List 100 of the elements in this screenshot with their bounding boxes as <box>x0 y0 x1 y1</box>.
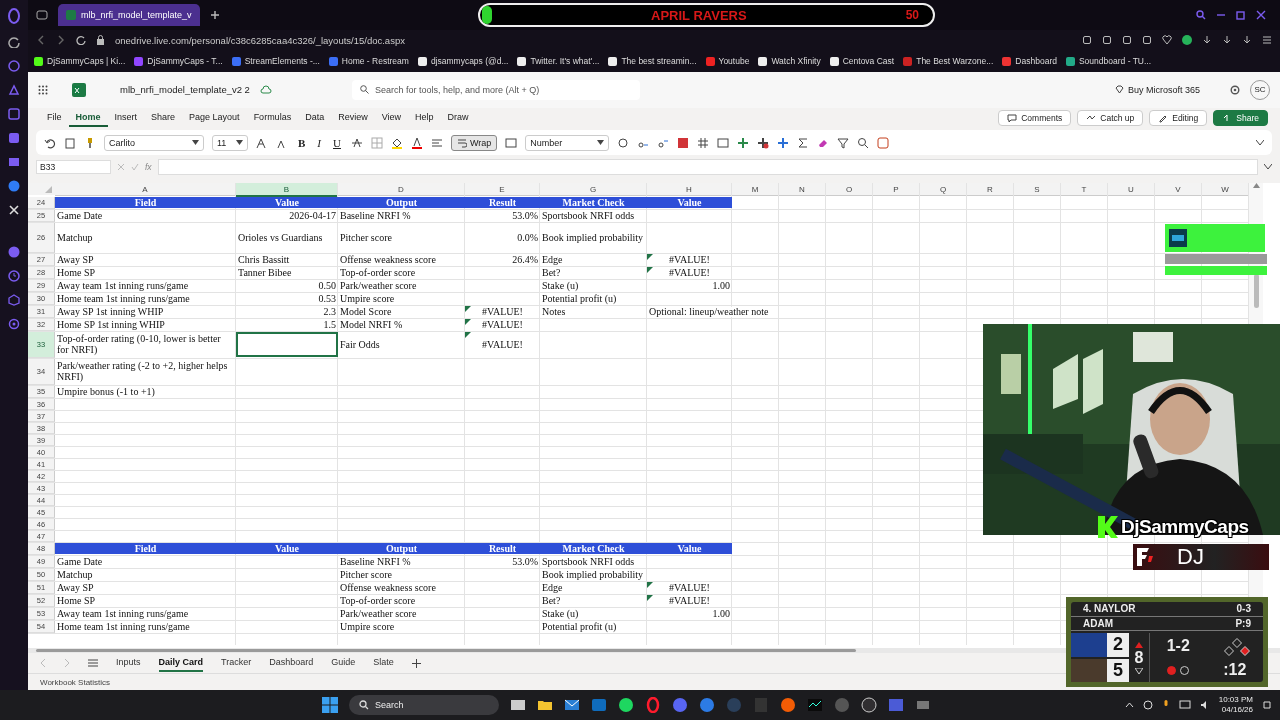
column-header[interactable]: V <box>1155 183 1202 197</box>
search-icon[interactable] <box>359 85 369 95</box>
bookmark-icon[interactable] <box>829 56 839 66</box>
address-field[interactable]: onedrive.live.com/personal/c38c6285caa4c326/_layouts/15/doc.aspx <box>115 34 405 46</box>
heart-icon[interactable] <box>1162 35 1172 45</box>
cloud-saved-icon[interactable] <box>259 84 272 95</box>
column-header[interactable]: R <box>967 183 1014 197</box>
column-header[interactable]: S <box>1014 183 1061 197</box>
bookmark[interactable]: The Best Warzone... <box>903 56 994 66</box>
column-header[interactable]: B <box>236 183 338 198</box>
bookmark[interactable]: djsammycaps (@d... <box>417 56 509 66</box>
caret-icon[interactable] <box>192 140 199 145</box>
menu-tab[interactable]: Page Layout <box>182 108 247 127</box>
bookmark[interactable]: StreamElements -... <box>231 56 320 66</box>
search-field[interactable]: Search for tools, help, and more (Alt + Q) <box>351 79 640 100</box>
scrollbar-thumb[interactable] <box>36 649 856 652</box>
comment-icon[interactable] <box>1007 112 1018 123</box>
lock-icon[interactable] <box>96 35 105 45</box>
status-text[interactable]: Workbook Statistics <box>40 677 111 687</box>
sum-icon[interactable] <box>797 136 810 149</box>
envelope-icon[interactable] <box>564 697 580 713</box>
column-header[interactable]: W <box>1202 183 1249 197</box>
account-icon[interactable] <box>1182 35 1192 45</box>
ring-icon[interactable] <box>6 8 22 24</box>
column-header[interactable]: Q <box>920 183 967 197</box>
bookmark-icon[interactable] <box>34 56 43 66</box>
bookmark[interactable]: Twitter. It's what'... <box>517 56 600 66</box>
close-icon[interactable] <box>1256 10 1266 20</box>
chevron-up-icon[interactable] <box>1124 702 1134 708</box>
bookmark[interactable]: Home - Restream <box>328 56 409 66</box>
caret-icon[interactable] <box>597 140 605 145</box>
tab-list-icon[interactable] <box>36 10 48 20</box>
column-header[interactable]: P <box>873 183 920 197</box>
sheet-tab[interactable]: Inputs <box>116 654 141 672</box>
expand-icon[interactable] <box>1256 139 1264 146</box>
column-header[interactable]: U <box>1108 183 1155 197</box>
format-button[interactable]: B <box>296 136 308 149</box>
sort-filter-icon[interactable] <box>837 136 850 149</box>
size-dropdown[interactable]: 11 <box>212 134 248 151</box>
menu-icon[interactable] <box>1262 35 1272 45</box>
clock-icon[interactable] <box>8 270 20 282</box>
action-button[interactable]: Comments <box>998 109 1072 126</box>
conditional-format-icon[interactable] <box>677 136 690 149</box>
expand-icon[interactable] <box>1264 164 1272 171</box>
wave-icon[interactable] <box>807 697 823 713</box>
menu-tab[interactable]: Formulas <box>246 108 299 127</box>
menu-tab[interactable]: File <box>40 108 69 127</box>
font-dropdown[interactable]: Carlito <box>104 134 204 151</box>
column-header[interactable]: D <box>338 183 465 197</box>
cube-icon[interactable] <box>8 294 20 306</box>
bookmark-icon[interactable] <box>417 56 427 66</box>
wrap-button[interactable]: Wrap <box>450 134 498 151</box>
plus-icon[interactable] <box>411 658 421 668</box>
buy-link[interactable]: Buy Microsoft 365 <box>1114 84 1200 95</box>
insert-cells-icon[interactable] <box>737 136 750 149</box>
search-icon[interactable] <box>1196 10 1206 20</box>
menu-tab[interactable]: Help <box>408 108 441 127</box>
format-button[interactable]: I <box>315 136 323 149</box>
column-header[interactable]: H <box>647 183 732 197</box>
sheet-tab[interactable]: Daily Card <box>158 654 204 672</box>
wrap-icon[interactable] <box>456 137 467 148</box>
square-icon[interactable] <box>8 108 20 120</box>
spreadsheet-logo-icon[interactable] <box>72 82 86 97</box>
column-header[interactable]: M <box>732 183 779 197</box>
action-button[interactable]: Share <box>1213 109 1268 126</box>
menu-tab[interactable]: Draw <box>440 108 476 127</box>
bookmark[interactable]: Dashboard <box>1002 56 1057 66</box>
bookmark[interactable]: The best streamin... <box>608 56 697 66</box>
settings-icon[interactable] <box>1230 84 1240 95</box>
refresh-icon[interactable] <box>8 36 20 48</box>
selected-cell[interactable] <box>236 332 338 358</box>
bookmark-icon[interactable] <box>1065 56 1075 66</box>
ring-icon[interactable] <box>645 697 661 713</box>
bookmark[interactable]: Soundboard - TU... <box>1065 56 1152 66</box>
number-format-dropdown[interactable]: Number <box>525 134 610 151</box>
sheet-tab[interactable]: Guide <box>331 654 356 672</box>
column-header[interactable]: T <box>1061 183 1108 197</box>
bookmark[interactable]: Watch Xfinity <box>758 56 821 66</box>
add-ins-icon[interactable] <box>877 136 890 149</box>
font-color-icon[interactable] <box>410 136 423 149</box>
delete-cells-icon[interactable] <box>757 136 770 149</box>
grow-font-icon[interactable] <box>256 136 268 149</box>
align-icon[interactable] <box>430 136 443 149</box>
caret-icon[interactable] <box>236 140 243 145</box>
column-header[interactable]: E <box>465 183 540 197</box>
undo-icon[interactable] <box>44 136 56 149</box>
record-icon[interactable] <box>861 697 877 713</box>
menu-tab[interactable]: Data <box>298 108 332 127</box>
sheet-tab[interactable]: Tracker <box>221 654 252 672</box>
column-header[interactable]: A <box>55 183 236 197</box>
download-icon[interactable] <box>1222 35 1232 45</box>
bookmark[interactable]: DjSammyCaps - T... <box>134 56 223 66</box>
screen-icon[interactable] <box>8 156 20 168</box>
network-icon[interactable] <box>1178 700 1191 710</box>
name-box[interactable]: B33 <box>36 160 111 175</box>
format-button[interactable]: U <box>331 136 343 149</box>
x-icon[interactable] <box>8 204 20 216</box>
bookmark-icon[interactable] <box>517 56 527 66</box>
settings-icon[interactable] <box>8 318 20 330</box>
find-icon[interactable] <box>857 136 870 149</box>
